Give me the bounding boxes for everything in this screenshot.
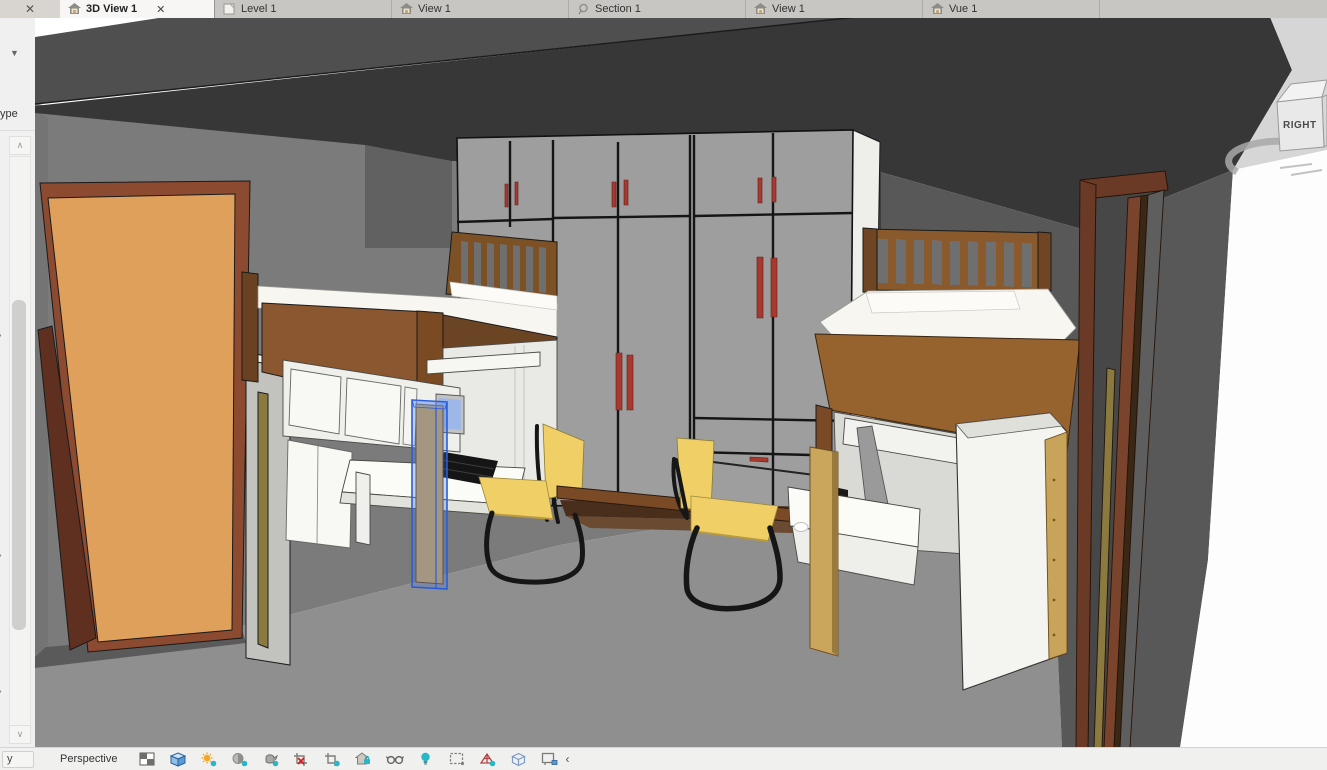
render-icon[interactable] — [261, 750, 280, 768]
chevron-down-icon[interactable]: ▼ — [10, 48, 19, 58]
properties-panel-sliver: ▼ ype ∧ ∨ » » » — [0, 18, 36, 748]
selected-column[interactable] — [412, 400, 447, 589]
type-label-fragment: ype — [0, 108, 18, 120]
view-control-icons — [137, 750, 559, 768]
temporary-hide-isolate-icon[interactable] — [385, 750, 404, 768]
view-tab-label: View 1 — [418, 3, 451, 15]
bottom-fragment-box[interactable]: y — [2, 751, 34, 768]
view-tab-level-1[interactable]: Level 1 — [215, 0, 392, 18]
3d-canvas[interactable]: RIGHT — [35, 18, 1327, 748]
close-icon: ✕ — [25, 2, 35, 16]
bottom-fragment: y — [7, 753, 13, 765]
row-chevron-icon[interactable]: » — [0, 550, 2, 561]
view-tab-label: 3D View 1 — [86, 3, 137, 15]
house-icon — [754, 3, 767, 15]
displacement-sets-icon[interactable] — [509, 750, 528, 768]
reveal-constraints-icon[interactable] — [540, 750, 559, 768]
view-control-bar: y Perspective ‹ — [0, 747, 1327, 770]
house-icon — [400, 3, 413, 15]
mouse — [794, 523, 808, 532]
analytical-model-icon[interactable] — [478, 750, 497, 768]
row-chevron-icon[interactable]: » — [0, 686, 2, 697]
close-icon[interactable]: ✕ — [156, 3, 165, 16]
view-tab-label: Vue 1 — [949, 3, 977, 15]
reveal-hidden-elements-icon[interactable] — [416, 750, 435, 768]
row-chevron-icon[interactable]: » — [0, 330, 2, 341]
lock-3d-view-icon[interactable] — [354, 750, 373, 768]
section-icon — [577, 3, 590, 15]
view-tab-section-1[interactable]: Section 1 — [569, 0, 746, 18]
house-icon — [68, 3, 81, 15]
detail-level-icon[interactable] — [137, 750, 156, 768]
wall-shadow-patch — [365, 144, 452, 248]
view-tab-label: Level 1 — [241, 3, 276, 15]
entry-door[interactable] — [38, 181, 250, 652]
view-tab-vue-1[interactable]: Vue 1 — [923, 0, 1100, 18]
view-tab-label: Section 1 — [595, 3, 641, 15]
viewcube-face-label: RIGHT — [1283, 120, 1317, 131]
view-tab-3d-view-1[interactable]: 3D View 1 ✕ — [60, 0, 215, 18]
view-tab-view-1[interactable]: View 1 — [746, 0, 923, 18]
divider — [0, 130, 35, 131]
right-headboard-slats — [878, 239, 1032, 287]
chevron-up-icon: ∧ — [17, 140, 24, 151]
scroll-down-button[interactable]: ∨ — [9, 725, 31, 744]
shadows-icon[interactable] — [230, 750, 249, 768]
chevron-down-icon: ∨ — [17, 729, 24, 740]
panel-close-button[interactable]: ✕ — [0, 0, 60, 18]
crop-view-icon[interactable] — [292, 750, 311, 768]
view-tab-label: View 1 — [772, 3, 805, 15]
tall-cabinet[interactable] — [956, 413, 1067, 690]
chevron-left-icon[interactable]: ‹ — [565, 752, 569, 766]
scroll-up-button[interactable]: ∧ — [9, 136, 31, 155]
sun-path-icon[interactable] — [199, 750, 218, 768]
view-tab-bar: ✕ 3D View 1 ✕ Level 1 View 1 Section 1 View 1… — [0, 0, 1327, 19]
view-tabs: 3D View 1 ✕ Level 1 View 1 Section 1 View 1 Vu… — [60, 0, 1100, 18]
view-scale-label[interactable]: Perspective — [60, 753, 117, 765]
sheet-icon — [223, 3, 236, 15]
house-icon — [931, 3, 944, 15]
view-tab-view-1[interactable]: View 1 — [392, 0, 569, 18]
visual-style-icon[interactable] — [168, 750, 187, 768]
crop-region-icon[interactable] — [323, 750, 342, 768]
temporary-view-properties-icon[interactable] — [447, 750, 466, 768]
scrollbar-thumb[interactable] — [12, 300, 26, 630]
